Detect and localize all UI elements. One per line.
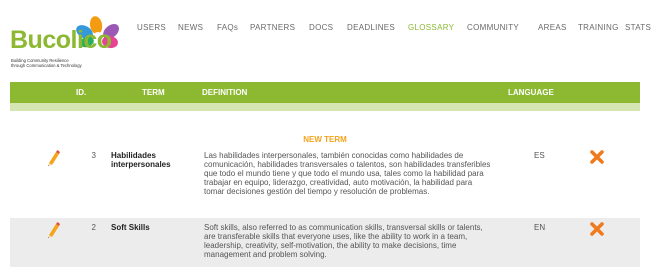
- row-definition: Soft skills, also referred to as communi…: [204, 223, 483, 259]
- nav-item-glossary[interactable]: GLOSSARY: [408, 23, 454, 32]
- nav-item-news[interactable]: NEWS: [178, 23, 203, 32]
- pencil-icon[interactable]: [46, 150, 60, 166]
- nav-item-training[interactable]: TRAINING: [578, 23, 619, 32]
- nav-item-users[interactable]: USERS: [137, 23, 166, 32]
- nav-item-stats[interactable]: STATS: [625, 23, 651, 32]
- delete-x-icon[interactable]: [590, 222, 604, 236]
- row-id: 2: [91, 223, 96, 232]
- table-header: ID. TERM DEFINITION LANGUAGE: [10, 82, 640, 103]
- nav-item-community[interactable]: COMMUNITY: [467, 23, 519, 32]
- nav-item-deadlines[interactable]: DEADLINES: [347, 23, 395, 32]
- nav-item-docs[interactable]: DOCS: [309, 23, 333, 32]
- row-term: Soft Skills: [111, 223, 150, 232]
- row-id: 3: [91, 151, 96, 160]
- table-header-subbar: [10, 103, 640, 111]
- row-term: Habilidades interpersonales: [111, 151, 171, 169]
- nav-item-faqs[interactable]: FAQs: [217, 23, 238, 32]
- column-header-definition: DEFINITION: [202, 88, 248, 97]
- column-header-term: TERM: [142, 88, 165, 97]
- row-language: ES: [534, 151, 545, 160]
- delete-x-icon[interactable]: [590, 150, 604, 164]
- row-definition: Las habilidades interpersonales, también…: [204, 151, 491, 196]
- main-nav: USERS NEWS FAQs PARTNERS DOCS DEADLINES …: [0, 23, 659, 37]
- nav-item-partners[interactable]: PARTNERS: [250, 23, 295, 32]
- new-term-button[interactable]: NEW TERM: [280, 135, 370, 144]
- logo-tagline: Building Community Resilience through Co…: [11, 58, 107, 68]
- logo-tagline-line-2: through Communication & Technology: [11, 63, 82, 68]
- column-header-language: LANGUAGE: [508, 88, 554, 97]
- table-row: 2 Soft Skills Soft skills, also referred…: [10, 218, 640, 267]
- table-row: 3 Habilidades interpersonales Las habili…: [10, 146, 640, 216]
- nav-item-areas[interactable]: AREAS: [538, 23, 567, 32]
- pencil-icon[interactable]: [46, 222, 60, 238]
- column-header-id: ID.: [76, 88, 87, 97]
- row-language: EN: [534, 223, 546, 232]
